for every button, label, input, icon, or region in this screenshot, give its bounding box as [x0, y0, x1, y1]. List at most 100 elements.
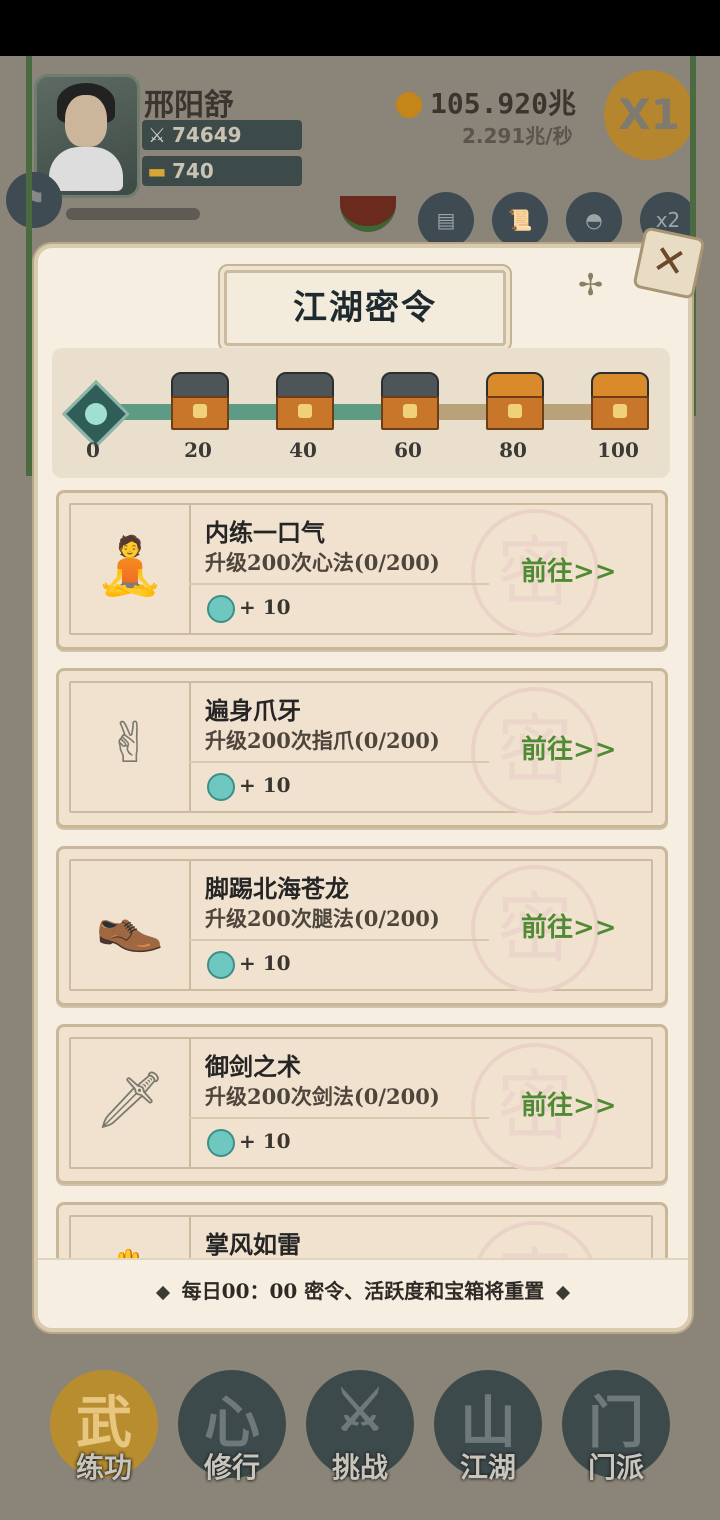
task-icon-box: 🧘 — [71, 505, 191, 633]
flag-icon[interactable]: ⚑ — [6, 172, 62, 228]
task-divider — [189, 1117, 489, 1119]
task-inner: 🧘 密 内练一口气 升级200次心法(0/200) + 10 前往>> — [69, 503, 653, 637]
nav-tab-3[interactable]: ⚔ 挑战 — [306, 1370, 414, 1484]
power-stat: ⚔ 74649 — [142, 120, 302, 150]
nav-label: 江湖 — [459, 1451, 516, 1484]
task-description: 升级200次心法(0/200) — [205, 550, 440, 575]
jade-gem-icon — [207, 1129, 235, 1157]
nav-label: 练功 — [75, 1451, 132, 1484]
gold-rate: 2.291兆/秒 — [462, 124, 573, 148]
nav-tab-1[interactable]: 武 练功 — [50, 1370, 158, 1484]
goto-button[interactable]: 前往>> — [521, 551, 617, 588]
crossed-swords-icon: ⚔ — [148, 123, 166, 147]
goto-button[interactable]: 前往>> — [521, 1085, 617, 1122]
title-plate: 江湖密令 — [224, 270, 506, 346]
task-icon-box: ✌ — [71, 683, 191, 811]
exp-bar — [66, 208, 200, 220]
task-name: 内练一口气 — [205, 518, 325, 547]
task-inner: ✌ 密 遍身爪牙 升级200次指爪(0/200) + 10 前往>> — [69, 681, 653, 815]
task-card: 🧘 密 内练一口气 升级200次心法(0/200) + 10 前往>> — [56, 490, 668, 650]
ingot-value: 740 — [172, 159, 214, 183]
dragonfly-icon: ✢ — [578, 268, 604, 303]
power-value: 74649 — [172, 123, 242, 147]
nav-label: 挑战 — [331, 1451, 388, 1484]
gold-coin-icon — [396, 92, 422, 118]
task-divider — [189, 583, 489, 585]
reward-amount: + 10 — [239, 595, 291, 619]
goto-button[interactable]: 前往>> — [521, 729, 617, 766]
profile-card-icon[interactable]: ▤ — [418, 192, 474, 248]
player-name: 邢阳舒 — [144, 88, 234, 123]
bell-icon[interactable]: ◓ — [566, 192, 622, 248]
task-name: 掌风如雷 — [205, 1230, 301, 1259]
jade-gem-icon — [207, 951, 235, 979]
milestone-label: 20 — [184, 438, 212, 462]
avatar-robe — [49, 147, 123, 191]
milestone-label: 60 — [394, 438, 422, 462]
reset-notice: 每日00：00 密令、活跃度和宝箱将重置 — [38, 1258, 688, 1328]
progress-fill — [90, 404, 420, 420]
gold-counter: 105.920兆 — [396, 82, 576, 122]
nav-tab-4[interactable]: 山 江湖 — [434, 1370, 542, 1484]
task-card: 🗡 密 御剑之术 升级200次剑法(0/200) + 10 前往>> — [56, 1024, 668, 1184]
milestone-label: 40 — [289, 438, 317, 462]
task-divider — [189, 761, 489, 763]
secret-order-dialog: 江湖密令 ✢ 0 20 40 60 80 100 🧘 密 内练一口气 升级200次心法(0… — [34, 244, 692, 1332]
treasure-chest-icon[interactable] — [171, 372, 229, 430]
treasure-chest-icon[interactable] — [486, 372, 544, 430]
speed-button[interactable]: X1 — [604, 70, 694, 160]
task-inner: 🗡 密 御剑之术 升级200次剑法(0/200) + 10 前往>> — [69, 1037, 653, 1171]
milestone-label: 0 — [86, 438, 100, 462]
task-description: 升级200次腿法(0/200) — [205, 906, 440, 931]
task-list[interactable]: 🧘 密 内练一口气 升级200次心法(0/200) + 10 前往>> ✌ 密 … — [52, 490, 670, 1266]
reset-notice-text: 每日00：00 密令、活跃度和宝箱将重置 — [181, 1279, 545, 1303]
task-icon-box: 🗡 — [71, 1039, 191, 1167]
task-description: 升级200次指爪(0/200) — [205, 728, 440, 753]
task-name: 御剑之术 — [205, 1052, 301, 1081]
nav-label: 门派 — [587, 1451, 644, 1484]
jade-gem-icon — [207, 773, 235, 801]
task-name: 脚踢北海苍龙 — [205, 874, 349, 903]
top-hud: 邢阳舒 ⚔ 74649 ▬ 740 105.920兆 2.291兆/秒 X1 ⚑ ▤… — [0, 56, 720, 256]
activity-progress: 0 20 40 60 80 100 — [52, 348, 670, 478]
treasure-chest-icon[interactable] — [591, 372, 649, 430]
game-screen: 邢阳舒 ⚔ 74649 ▬ 740 105.920兆 2.291兆/秒 X1 ⚑ ▤… — [0, 56, 720, 1520]
task-inner: 👞 密 脚踢北海苍龙 升级200次腿法(0/200) + 10 前往>> — [69, 859, 653, 993]
task-description: 升级200次剑法(0/200) — [205, 1084, 440, 1109]
task-name: 遍身爪牙 — [205, 696, 301, 725]
task-card: ✌ 密 遍身爪牙 升级200次指爪(0/200) + 10 前往>> — [56, 668, 668, 828]
scroll-icon[interactable]: 📜 — [492, 192, 548, 248]
left-vine — [26, 56, 32, 476]
nav-label: 修行 — [203, 1451, 260, 1484]
diamond-icon — [556, 1285, 571, 1300]
jade-gem-icon — [207, 595, 235, 623]
reward-amount: + 10 — [239, 773, 291, 797]
treasure-chest-icon[interactable] — [381, 372, 439, 430]
task-divider — [189, 939, 489, 941]
milestone-label: 80 — [499, 438, 527, 462]
avatar-face — [65, 95, 107, 147]
goto-button[interactable]: 前往>> — [521, 907, 617, 944]
close-button[interactable]: ✕ — [632, 226, 706, 300]
shoe-icon: 👞 — [95, 890, 165, 955]
sword-icon: 🗡 — [94, 1068, 166, 1133]
gold-ingot-icon: ▬ — [147, 159, 167, 183]
meditation-icon: 🧘 — [95, 534, 165, 599]
bottom-nav: 武 练功心 修行 ⚔ 挑战山 江湖门 门派 — [0, 1340, 720, 1520]
treasure-chest-icon[interactable] — [276, 372, 334, 430]
dialog-title: 江湖密令 — [293, 288, 437, 328]
nav-tab-2[interactable]: 心 修行 — [178, 1370, 286, 1484]
nav-emblem-icon: ⚔ — [334, 1378, 386, 1444]
watermelon-icon[interactable] — [340, 196, 396, 232]
nav-tab-5[interactable]: 门 门派 — [562, 1370, 670, 1484]
diamond-icon — [155, 1285, 170, 1300]
hand-gesture-icon: ✌ — [106, 711, 154, 776]
milestone-label: 100 — [597, 438, 639, 462]
reward-amount: + 10 — [239, 951, 291, 975]
task-icon-box: 👞 — [71, 861, 191, 989]
task-card: ✋ 密 掌风如雷 — [56, 1202, 668, 1266]
gold-value: 105.920兆 — [430, 87, 577, 120]
ingot-stat: ▬ 740 — [142, 156, 302, 186]
task-card: 👞 密 脚踢北海苍龙 升级200次腿法(0/200) + 10 前往>> — [56, 846, 668, 1006]
reward-amount: + 10 — [239, 1129, 291, 1153]
